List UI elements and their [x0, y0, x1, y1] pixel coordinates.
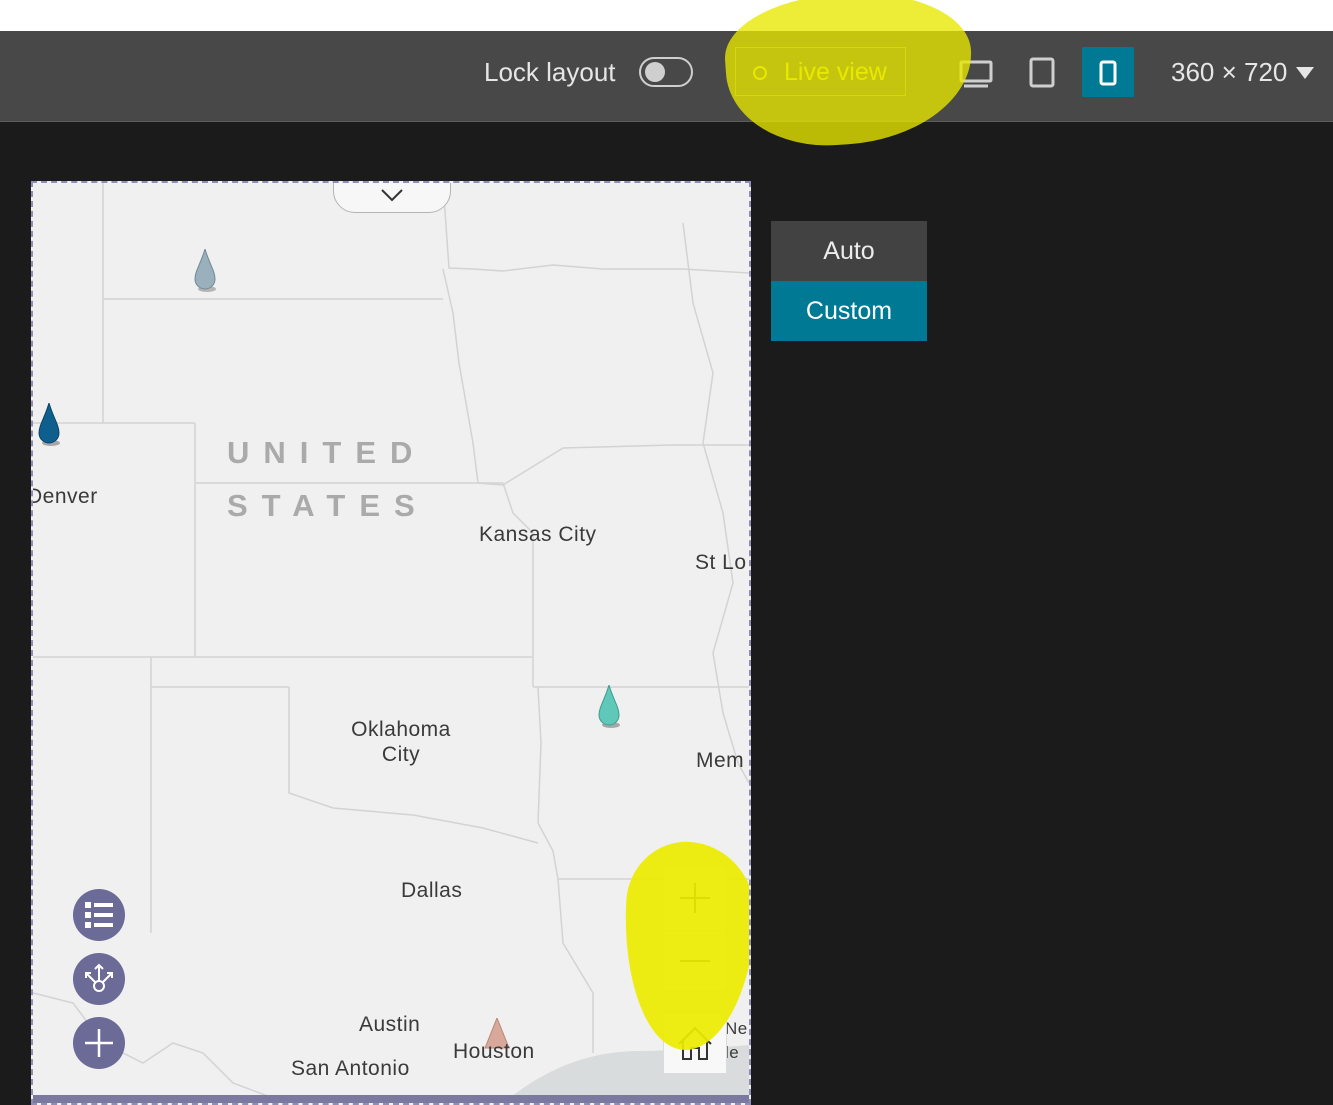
share-icon	[85, 963, 113, 992]
country-label-line2: STATES	[227, 488, 429, 523]
legend-button[interactable]	[73, 889, 125, 941]
home-icon	[678, 1026, 712, 1060]
builder-toolbar: Lock layout Live view 360 × 720	[0, 31, 1333, 122]
city-label-austin: Austin	[359, 1013, 421, 1036]
city-label-new-orleans-1: Ne	[725, 1019, 748, 1038]
zoom-out-icon	[680, 960, 710, 962]
city-label-oklahoma-city-1: Oklahoma	[351, 718, 451, 741]
city-label-memphis: Mem	[696, 749, 745, 772]
panel-collapse-tab[interactable]	[333, 183, 451, 213]
city-label-oklahoma-city-2: City	[381, 743, 421, 766]
city-label-denver: Denver	[31, 485, 98, 508]
city-label-new-orleans-2: le	[725, 1043, 740, 1062]
zoom-in-icon	[680, 883, 710, 913]
desktop-icon	[959, 60, 993, 88]
mode-auto-button[interactable]: Auto	[771, 221, 927, 281]
zoom-controls	[663, 866, 727, 992]
add-button[interactable]	[73, 1017, 125, 1069]
marker-north[interactable]	[191, 249, 219, 293]
legend-icon	[85, 902, 113, 928]
marker-arkansas[interactable]	[595, 685, 623, 729]
country-label-line1: UNITED	[227, 435, 427, 470]
desktop-view-button[interactable]	[950, 47, 1002, 97]
tablet-icon	[1029, 57, 1055, 88]
tablet-view-button[interactable]	[1016, 47, 1068, 97]
live-view-label: Live view	[784, 58, 887, 86]
lock-layout-label: Lock layout	[484, 57, 616, 87]
lock-layout-toggle[interactable]	[639, 57, 693, 87]
add-icon	[85, 1029, 113, 1057]
layout-mode-panel: Auto Custom	[771, 221, 927, 341]
map-bottom-bar	[33, 1095, 749, 1103]
phone-icon	[1099, 60, 1117, 86]
city-label-san-antonio: San Antonio	[291, 1057, 410, 1080]
toggle-knob	[645, 62, 665, 82]
map-preview-frame[interactable]: UNITED STATES Denver Kansas City St Lo O…	[31, 181, 751, 1105]
city-label-kansas-city: Kansas City	[479, 523, 597, 546]
viewport-size-label[interactable]: 360 × 720	[1171, 57, 1287, 88]
marker-denver[interactable]	[35, 403, 63, 447]
phone-view-button[interactable]	[1082, 47, 1134, 97]
mode-custom-button[interactable]: Custom	[771, 281, 927, 341]
city-label-houston: Houston	[453, 1040, 535, 1063]
zoom-out-button[interactable]	[664, 930, 726, 993]
caret-down-icon[interactable]	[1296, 67, 1314, 79]
city-label-dallas: Dallas	[401, 879, 463, 902]
live-dot-icon	[753, 66, 767, 80]
top-margin-strip	[0, 0, 1333, 31]
state-boundaries	[33, 183, 749, 1103]
home-button[interactable]	[663, 1012, 727, 1074]
share-button[interactable]	[73, 953, 125, 1005]
live-view-button[interactable]: Live view	[735, 47, 906, 96]
chevron-down-icon	[381, 189, 403, 202]
zoom-in-button[interactable]	[664, 867, 726, 929]
city-label-st-louis: St Lo	[695, 551, 747, 574]
